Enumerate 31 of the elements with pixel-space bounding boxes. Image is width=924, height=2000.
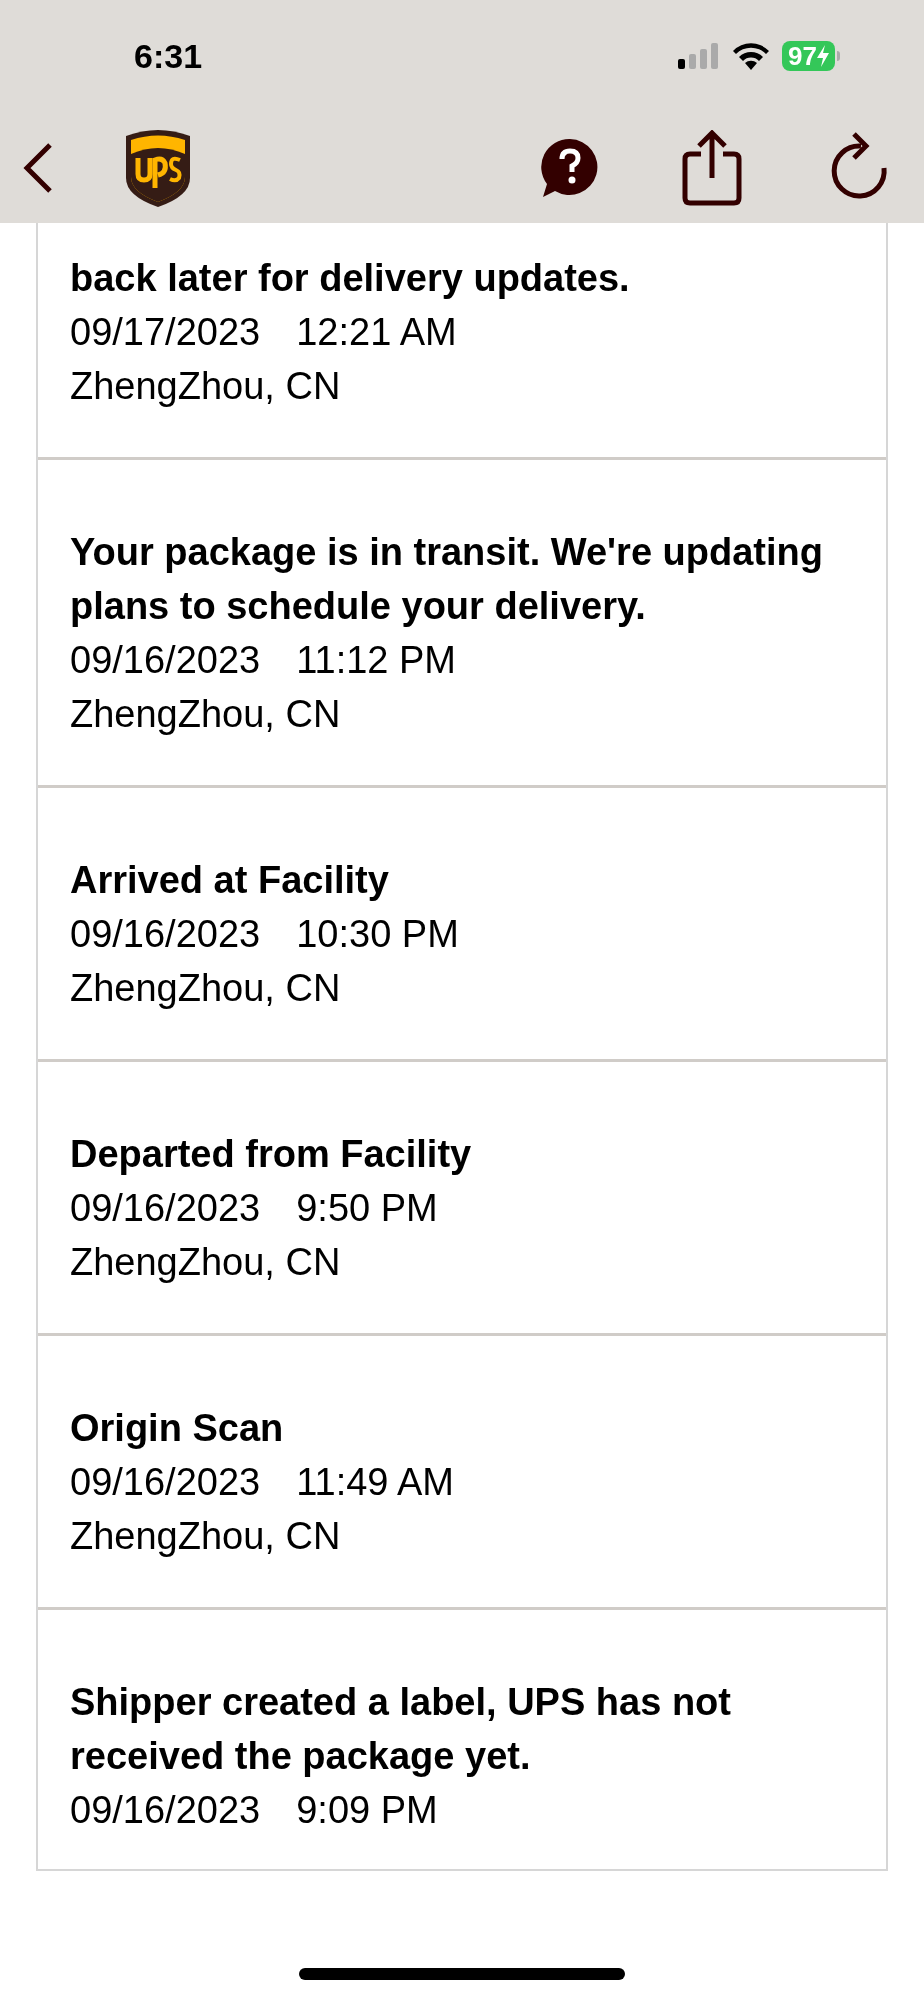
event-date: 09/16/2023 xyxy=(70,912,261,957)
charging-icon xyxy=(817,45,829,67)
event-time: 12:21 AM xyxy=(296,310,457,355)
share-icon[interactable] xyxy=(682,129,742,206)
event-time: 10:30 PM xyxy=(296,912,459,957)
back-icon[interactable] xyxy=(22,141,54,194)
event-title: Your package is in transit. We're updating plans to schedule your delivery. xyxy=(70,530,824,629)
event-date: 09/16/2023 xyxy=(70,1186,261,1231)
event-title: Arrived at Facility xyxy=(70,858,390,903)
event-title: Origin Scan xyxy=(70,1406,285,1451)
wifi-icon xyxy=(732,42,771,70)
event-location: ZhengZhou, CN xyxy=(70,364,342,409)
event-title: back later for delivery updates. xyxy=(70,256,631,301)
event-date: 09/16/2023 xyxy=(70,1788,261,1833)
event-time: 9:09 PM xyxy=(296,1788,438,1833)
help-icon[interactable] xyxy=(540,136,600,199)
event-date: 09/17/2023 xyxy=(70,310,261,355)
event-date: 09/16/2023 xyxy=(70,638,261,683)
event-location: ZhengZhou, CN xyxy=(70,1514,342,1559)
event-title: Shipper created a label, UPS has not received the package yet. xyxy=(70,1680,732,1779)
event-title: Departed from Facility xyxy=(70,1132,473,1177)
event-location: ZhengZhou, CN xyxy=(70,966,342,1011)
signal-icon xyxy=(678,43,721,69)
event-location: ZhengZhou, CN xyxy=(70,1240,342,1285)
event-time: 9:50 PM xyxy=(296,1186,438,1231)
status-time: 6:31 xyxy=(134,35,203,77)
battery-badge: 97 xyxy=(782,41,835,71)
event-location: ZhengZhou, CN xyxy=(70,692,342,737)
event-time: 11:12 PM xyxy=(296,638,457,683)
event-date: 09/16/2023 xyxy=(70,1460,261,1505)
event-time: 11:49 AM xyxy=(296,1460,454,1505)
